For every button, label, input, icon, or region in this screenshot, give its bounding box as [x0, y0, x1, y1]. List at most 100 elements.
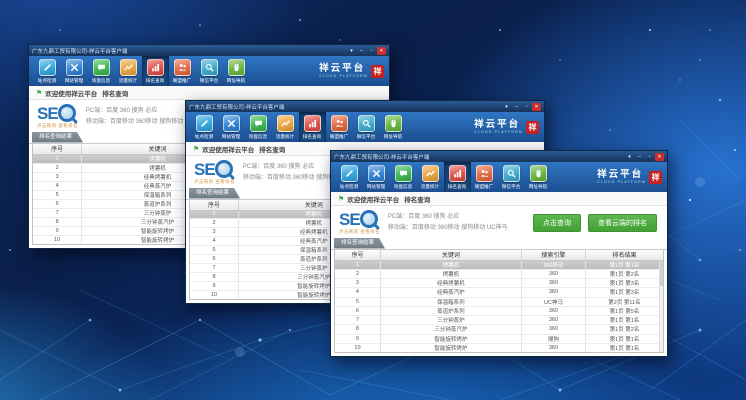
site-nav-icon: [228, 59, 245, 76]
toolbar-item-site-manage[interactable]: 网站管理: [61, 56, 88, 86]
toolbar-item-site-check[interactable]: 站点检测: [336, 162, 363, 192]
cell-rank: 第1页 第2名: [586, 325, 663, 333]
toolbar-item-label: 流量统计: [276, 133, 294, 139]
cell-no: 6: [335, 307, 381, 315]
seo-logo: SE 点击刷新 查看排名: [339, 210, 380, 235]
close-button[interactable]: ✕: [377, 47, 386, 55]
cell-rank: 第2页 第11名: [586, 298, 663, 306]
cell-no: 5: [33, 191, 82, 199]
toolbar: 站点检测网站管理询盘信息流量统计排名查询联盟推广微信平台网址导航 祥云平台 CL…: [186, 112, 544, 142]
toolbar-item-site-check[interactable]: 站点检测: [34, 56, 61, 86]
toolbar-item-site-nav[interactable]: 网址导航: [380, 112, 407, 142]
results-tab[interactable]: 排名查询结果: [32, 132, 83, 143]
table-row[interactable]: 10智能旋转烤炉360第1页 第1名: [335, 344, 663, 352]
table-row[interactable]: 5保温箱系列UC神马第2页 第11名: [335, 298, 663, 307]
seo-logo-text: SE: [194, 161, 215, 178]
results-tab[interactable]: 排名查询结果: [189, 188, 240, 199]
toolbar-item-label: 排名查询: [146, 77, 164, 83]
toolbar-items: 站点检测网站管理询盘信息流量统计排名查询联盟推广微信平台 网址导航: [336, 162, 552, 192]
site-manage-icon: [66, 59, 83, 76]
titlebar[interactable]: 广东九鼎工贸有限公司-祥云平台客户端 ▾ – ▫ ✕: [331, 151, 667, 162]
cell-no: 6: [33, 200, 82, 208]
toolbar-item-traffic-stats[interactable]: 流量统计: [272, 112, 299, 142]
skin-button[interactable]: ▾: [347, 47, 356, 55]
toolbar-item-label: 网址导航: [529, 183, 547, 189]
cloud-ranking-button[interactable]: 查看云端的排名: [588, 214, 657, 232]
toolbar-item-traffic-stats[interactable]: 流量统计: [417, 162, 444, 192]
toolbar-item-label: 站点检测: [38, 77, 56, 83]
maximize-button[interactable]: ▫: [367, 47, 376, 55]
column-header: 序号: [33, 144, 82, 154]
toolbar-item-wechat-platform[interactable]: 微信平台: [353, 112, 380, 142]
toolbar-item-site-manage[interactable]: 网站管理: [218, 112, 245, 142]
toolbar-item-ranking-query[interactable]: 排名查询: [444, 162, 471, 192]
window-title: 广东九鼎工贸有限公司-祥云平台客户端: [334, 153, 624, 161]
seo-logo-text: SE: [37, 105, 58, 122]
minimize-button[interactable]: –: [357, 47, 366, 55]
table-row[interactable]: 9智能旋转烤炉搜狗第1页 第1名: [335, 335, 663, 344]
toolbar-item-label: 微信平台: [200, 77, 218, 83]
minimize-button[interactable]: –: [512, 103, 521, 111]
query-button[interactable]: 点击查询: [533, 214, 581, 232]
toolbar-item-alliance-promo[interactable]: 联盟推广: [471, 162, 498, 192]
cell-engine: 360移动: [522, 261, 586, 269]
cell-keyword: 保温箱系列: [381, 298, 522, 306]
content-area: SE 点击刷新 查看排名 PC端：百度 360 搜狗 必应 移动端：百度移动 3…: [331, 206, 667, 356]
toolbar-item-alliance-promo[interactable]: 联盟推广: [169, 56, 196, 86]
cell-no: 9: [33, 227, 82, 235]
toolbar-item-inquiry[interactable]: 询盘信息: [390, 162, 417, 192]
maximize-button[interactable]: ▫: [522, 103, 531, 111]
cell-no: 8: [33, 218, 82, 226]
cell-engine: 360: [522, 325, 586, 333]
toolbar: 站点检测网站管理询盘信息流量统计排名查询联盟推广微信平台 网址导航 祥云平台 CL…: [331, 162, 667, 192]
toolbar-item-wechat-platform[interactable]: 微信平台: [498, 162, 525, 192]
minimize-button[interactable]: –: [635, 153, 644, 161]
toolbar-item-ranking-query[interactable]: 排名查询: [299, 112, 326, 142]
site-check-icon: [196, 115, 213, 132]
brand-logo: 祥云平台 CLOUD PLATFORM 祥: [474, 120, 539, 135]
table-row[interactable]: 8三分钟蒸汽炉360第1页 第2名: [335, 325, 663, 334]
toolbar-item-wechat-platform[interactable]: 微信平台: [196, 56, 223, 86]
table-row[interactable]: 7三分钟蒸炉360第1页 第1名: [335, 316, 663, 325]
toolbar-item-label: 网址导航: [227, 77, 245, 83]
toolbar-item-site-check[interactable]: 站点检测: [191, 112, 218, 142]
cell-keyword: 烤薯机: [381, 261, 522, 269]
toolbar-item-traffic-stats[interactable]: 流量统计: [115, 56, 142, 86]
site-manage-icon: [368, 165, 385, 182]
cell-no: 4: [190, 237, 239, 245]
cell-engine: 360: [522, 288, 586, 296]
table-row[interactable]: 4经典蒸汽炉360第1页 第3名: [335, 288, 663, 297]
seo-logo-caption: 点击刷新 查看排名: [37, 123, 78, 129]
skin-button[interactable]: ▾: [625, 153, 634, 161]
brand-subtitle: CLOUD PLATFORM: [319, 74, 368, 78]
maximize-button[interactable]: ▫: [645, 153, 654, 161]
toolbar-item-ranking-query[interactable]: 排名查询: [142, 56, 169, 86]
alliance-promo-icon: [174, 59, 191, 76]
toolbar-item-site-nav[interactable]: 网址导航: [525, 162, 552, 192]
cell-no: 3: [33, 173, 82, 181]
table-scrollbar[interactable]: [659, 260, 663, 353]
toolbar-item-alliance-promo[interactable]: 联盟推广: [326, 112, 353, 142]
toolbar-item-site-nav[interactable]: 网址导航: [223, 56, 250, 86]
table-row[interactable]: 3经典烤薯机360第1页 第3名: [335, 279, 663, 288]
toolbar-item-inquiry[interactable]: 询盘信息: [245, 112, 272, 142]
scrollbar-thumb[interactable]: [660, 260, 663, 286]
close-button[interactable]: ✕: [532, 103, 541, 111]
window-controls: ▾ – ▫ ✕: [501, 103, 541, 111]
table-row[interactable]: 1烤薯机360移动第1页 第1名: [335, 261, 663, 270]
welcome-section-label: 排名查询: [102, 88, 128, 98]
results-tab[interactable]: 排名查询结果: [334, 238, 385, 249]
wechat-platform-icon: [358, 115, 375, 132]
toolbar-item-site-manage[interactable]: 网站管理: [363, 162, 390, 192]
table-row[interactable]: 6蒸道炉系列360第1页 第5名: [335, 307, 663, 316]
cell-rank: 第1页 第2名: [586, 270, 663, 278]
skin-button[interactable]: ▾: [502, 103, 511, 111]
toolbar-item-inquiry[interactable]: 询盘信息: [88, 56, 115, 86]
titlebar[interactable]: 广东九鼎工贸有限公司-祥云平台客户端 ▾ – ▫ ✕: [29, 45, 389, 56]
close-button[interactable]: ✕: [655, 153, 664, 161]
table-row[interactable]: 2烤薯机360第1页 第2名: [335, 270, 663, 279]
brand-logo: 祥云平台 CLOUD PLATFORM 祥: [597, 170, 662, 185]
toolbar-item-label: 微信平台: [502, 183, 520, 189]
titlebar[interactable]: 广东九鼎工贸有限公司-祥云平台客户端 ▾ – ▫ ✕: [186, 101, 544, 112]
cell-no: 10: [190, 291, 239, 299]
